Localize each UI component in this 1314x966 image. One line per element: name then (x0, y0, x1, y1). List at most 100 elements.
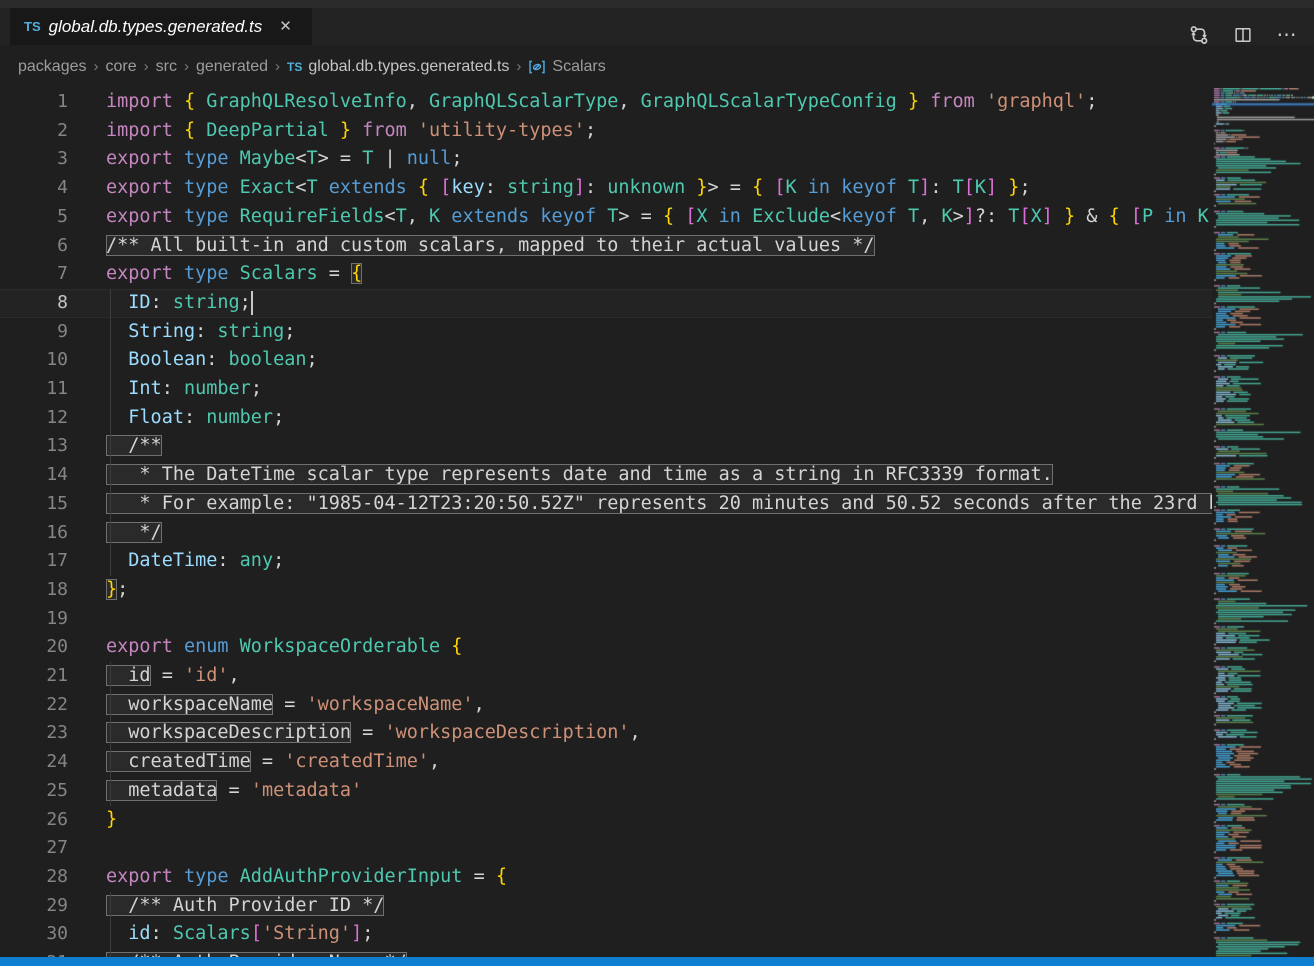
code-token: : (485, 177, 496, 198)
code-token: = (217, 780, 239, 801)
tab-global-db-types[interactable]: TS global.db.types.generated.ts ✕ (10, 8, 312, 45)
line-number[interactable]: 26 (0, 806, 68, 835)
code-token: : (217, 550, 228, 571)
code-line[interactable]: 24 createdTime = 'createdTime', (0, 748, 1212, 777)
code-line[interactable]: 19 (0, 605, 1212, 634)
code-token: ; (362, 923, 373, 944)
code-token: GraphQLScalarTypeConfig (630, 91, 897, 112)
line-number[interactable]: 29 (0, 892, 68, 921)
code-line[interactable]: 9 String: string; (0, 318, 1212, 347)
code-line[interactable]: 25 metadata = 'metadata' (0, 777, 1212, 806)
line-number[interactable]: 28 (0, 863, 68, 892)
code-line[interactable]: 10 Boolean: boolean; (0, 346, 1212, 375)
code-line[interactable]: 2import { DeepPartial } from 'utility-ty… (0, 117, 1212, 146)
code-line-content: export type Maybe<T> = T | null; (68, 145, 1212, 174)
code-token: * The DateTime scalar type represents da… (106, 464, 1053, 485)
line-number[interactable]: 18 (0, 576, 68, 605)
line-number[interactable]: 14 (0, 461, 68, 490)
line-number[interactable]: 10 (0, 346, 68, 375)
code-token: Exclude (741, 206, 830, 227)
line-number[interactable]: 1 (0, 88, 68, 117)
code-line[interactable]: 15 * For example: "1985-04-12T23:20:50.5… (0, 490, 1212, 519)
line-number[interactable]: 30 (0, 920, 68, 949)
line-number[interactable]: 5 (0, 203, 68, 232)
code-line-content: createdTime = 'createdTime', (68, 748, 1212, 777)
code-line[interactable]: 6 /** All built-in and custom scalars, ma… (0, 232, 1212, 261)
line-number[interactable]: 11 (0, 375, 68, 404)
code-token (485, 866, 496, 887)
line-number[interactable]: 22 (0, 691, 68, 720)
line-number[interactable]: 19 (0, 605, 68, 634)
code-line[interactable]: 22 workspaceName = 'workspaceName', (0, 691, 1212, 720)
breadcrumb-symbol-scalars[interactable]: Scalars (528, 58, 605, 76)
code-token (340, 263, 351, 284)
code-line[interactable]: 21 id = 'id', (0, 662, 1212, 691)
minimap[interactable] (1212, 88, 1314, 957)
line-number[interactable]: 2 (0, 117, 68, 146)
line-number[interactable]: 6 (0, 232, 68, 261)
line-number[interactable]: 15 (0, 490, 68, 519)
breadcrumb-file[interactable]: TSglobal.db.types.generated.ts (287, 58, 509, 76)
code-line[interactable]: 5export type RequireFields<T, K extends … (0, 203, 1212, 232)
code-line-content: metadata = 'metadata' (68, 777, 1212, 806)
line-number[interactable]: 13 (0, 432, 68, 461)
line-number[interactable]: 27 (0, 834, 68, 863)
line-number[interactable]: 9 (0, 318, 68, 347)
code-line[interactable]: 17 DateTime: any; (0, 547, 1212, 576)
line-number[interactable]: 4 (0, 174, 68, 203)
code-token: Boolean (106, 349, 206, 370)
code-token: [ (251, 923, 262, 944)
code-token: { (418, 177, 429, 198)
code-line[interactable]: 18}; (0, 576, 1212, 605)
code-line[interactable]: 23 workspaceDescription = 'workspaceDesc… (0, 719, 1212, 748)
code-line-content: Int: number; (68, 375, 1212, 404)
code-token: /** All built-in and custom scalars, map… (106, 235, 875, 256)
code-line-content: ID: string; (68, 289, 1212, 318)
line-number[interactable]: 31 (0, 949, 68, 957)
breadcrumb-generated[interactable]: generated (196, 58, 268, 76)
line-number[interactable]: 25 (0, 777, 68, 806)
code-line[interactable]: 13 /** (0, 432, 1212, 461)
code-line[interactable]: 30 id: Scalars['String']; (0, 920, 1212, 949)
line-number[interactable]: 20 (0, 633, 68, 662)
code-line[interactable]: 12 Float: number; (0, 404, 1212, 433)
code-line[interactable]: 11 Int: number; (0, 375, 1212, 404)
line-number[interactable]: 12 (0, 404, 68, 433)
code-line[interactable]: 31 /** Auth Provider Name */ (0, 949, 1212, 957)
code-line[interactable]: 4export type Exact<T extends { [key: str… (0, 174, 1212, 203)
breadcrumb-core[interactable]: core (106, 58, 137, 76)
code-line[interactable]: 27 (0, 834, 1212, 863)
code-line[interactable]: 3export type Maybe<T> = T | null; (0, 145, 1212, 174)
code-token: key (451, 177, 484, 198)
code-token: workspaceDescription (106, 722, 351, 743)
more-actions-button[interactable]: ⋯ (1272, 22, 1302, 48)
code-line[interactable]: 7export type Scalars = { (0, 260, 1212, 289)
line-number[interactable]: 23 (0, 719, 68, 748)
code-line[interactable]: 1import { GraphQLResolveInfo, GraphQLSca… (0, 88, 1212, 117)
line-number[interactable]: 17 (0, 547, 68, 576)
code-editor[interactable]: 1import { GraphQLResolveInfo, GraphQLSca… (0, 88, 1212, 957)
line-number[interactable]: 21 (0, 662, 68, 691)
code-line[interactable]: 20export enum WorkspaceOrderable { (0, 633, 1212, 662)
code-line[interactable]: 29 /** Auth Provider ID */ (0, 892, 1212, 921)
code-token: ; (1019, 177, 1030, 198)
code-token: } (696, 177, 707, 198)
code-line[interactable]: 26} (0, 806, 1212, 835)
line-number[interactable]: 16 (0, 519, 68, 548)
status-bar (0, 957, 1314, 966)
line-number[interactable]: 3 (0, 145, 68, 174)
code-line[interactable]: 8 ID: string; (0, 289, 1212, 318)
open-changes-button[interactable] (1184, 22, 1214, 48)
breadcrumb-src[interactable]: src (156, 58, 177, 76)
code-line[interactable]: 28export type AddAuthProviderInput = { (0, 863, 1212, 892)
line-number[interactable]: 8 (0, 289, 68, 318)
line-number[interactable]: 7 (0, 260, 68, 289)
line-number[interactable]: 24 (0, 748, 68, 777)
code-token: type (173, 866, 229, 887)
split-editor-button[interactable] (1228, 22, 1258, 48)
code-line[interactable]: 14 * The DateTime scalar type represents… (0, 461, 1212, 490)
breadcrumb-packages[interactable]: packages (18, 58, 87, 76)
code-token: ] (919, 177, 930, 198)
tab-close-button[interactable]: ✕ (276, 17, 295, 36)
code-line[interactable]: 16 */ (0, 519, 1212, 548)
